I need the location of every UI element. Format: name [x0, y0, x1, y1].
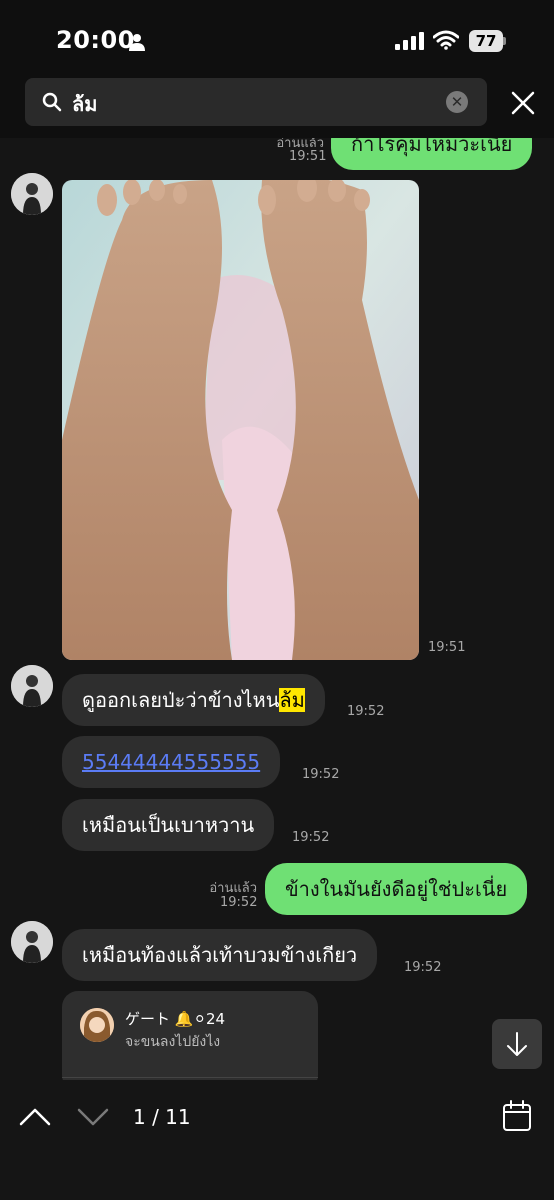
- status-time: 20:00: [56, 26, 135, 54]
- photo-image: [62, 180, 419, 660]
- scroll-down-button[interactable]: [492, 1019, 542, 1069]
- incoming-message[interactable]: 55444444555555: [62, 736, 281, 788]
- photo-message[interactable]: [62, 180, 419, 660]
- message-time: 19:52: [292, 830, 330, 845]
- reply-divider: [62, 1077, 318, 1078]
- arrow-down-icon: [507, 1032, 527, 1056]
- calendar-icon[interactable]: [502, 1100, 532, 1132]
- incoming-message[interactable]: เหมือนท้องแล้วเท้าบวมข้างเกียว: [62, 929, 378, 981]
- outgoing-message[interactable]: ก้าไรคุมไหมวะเนี่ย: [331, 138, 533, 170]
- avatar-image: [11, 665, 53, 707]
- search-query[interactable]: ล้ม: [72, 88, 97, 120]
- chat-area: อ่านแล้ว 19:51 ก้าไรคุมไหมวะเนี่ย 19:51 …: [0, 138, 554, 1080]
- result-counter: 1 / 11: [133, 1105, 191, 1129]
- avatar[interactable]: [11, 921, 53, 963]
- search-navigation-bar: [0, 1080, 554, 1200]
- reply-avatar-image: [80, 1008, 114, 1042]
- battery-icon: 77: [469, 30, 503, 52]
- chevron-down-icon[interactable]: [76, 1104, 110, 1128]
- clear-search-icon[interactable]: ✕: [446, 91, 468, 113]
- reply-text: จะขนลงไปยังไง: [125, 1034, 221, 1050]
- person-icon: [129, 34, 145, 51]
- message-time: 19:52: [404, 960, 442, 975]
- avatar-image: [11, 921, 53, 963]
- message-time: 19:52: [347, 704, 385, 719]
- avatar[interactable]: [11, 665, 53, 707]
- incoming-message[interactable]: ดูออกเลยป่ะว่าข้างไหนล้ม: [62, 674, 325, 726]
- search-highlight: ล้ม: [279, 688, 305, 712]
- message-link[interactable]: 55444444555555: [82, 750, 260, 774]
- message-time: 19:52: [302, 767, 340, 782]
- reply-avatar: [80, 1008, 114, 1042]
- search-icon: [42, 92, 62, 112]
- message-time: 19:52: [220, 895, 258, 910]
- incoming-message[interactable]: เหมือนเป็นเบาหวาน: [62, 799, 275, 851]
- reply-name: ゲート 🔔⚪24: [125, 1010, 226, 1028]
- outgoing-message[interactable]: ข้างในมันยังดีอยู่ใช่ปะเนี่ย: [265, 863, 528, 915]
- avatar-image: [11, 173, 53, 215]
- chevron-up-icon[interactable]: [18, 1104, 52, 1128]
- message-time: 19:51: [289, 149, 327, 164]
- wifi-icon: [433, 30, 459, 50]
- close-icon[interactable]: [509, 89, 537, 117]
- avatar[interactable]: [11, 173, 53, 215]
- message-text: ดูออกเลยป่ะว่าข้างไหน: [82, 688, 280, 712]
- reply-card[interactable]: ゲート 🔔⚪24 จะขนลงไปยังไง: [62, 991, 318, 1080]
- photo-time: 19:51: [428, 640, 466, 655]
- signal-icon: [395, 30, 425, 50]
- battery-tip: [503, 37, 506, 45]
